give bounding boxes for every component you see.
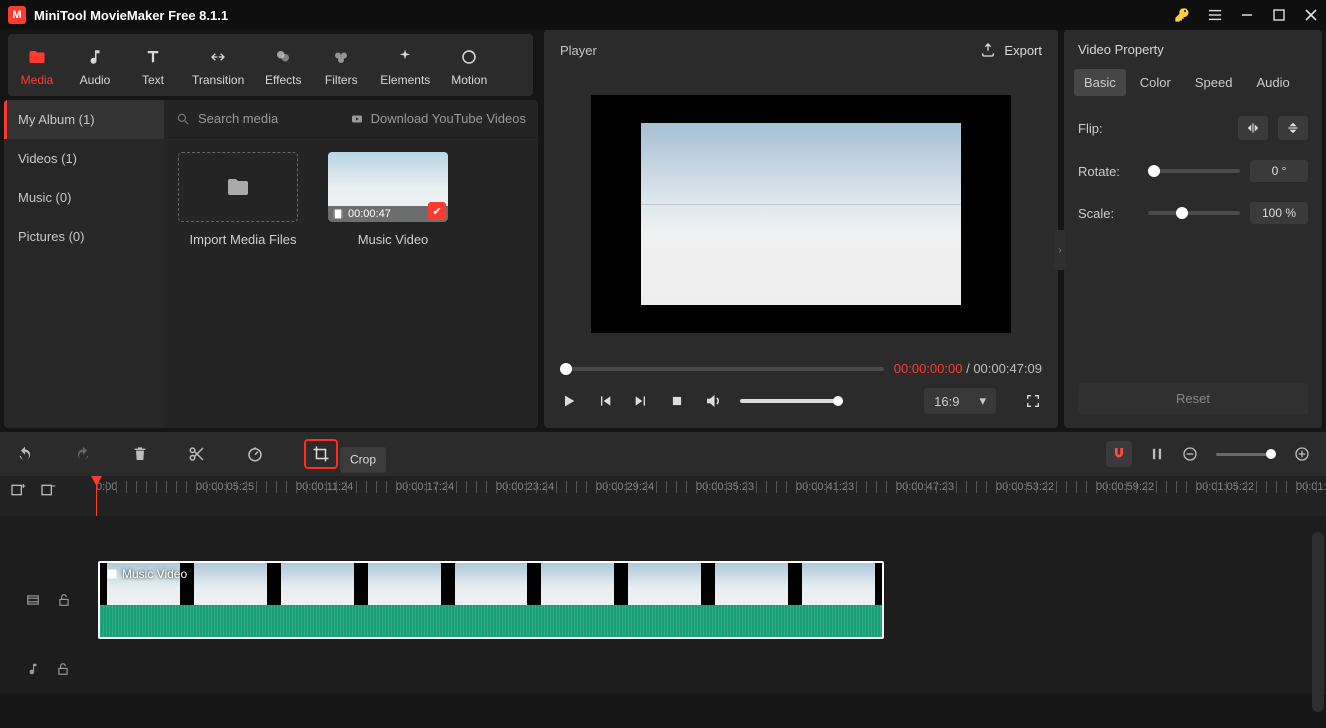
timeline: Crop 0:00 00:00:05:25 00:00:11:24 00:00:… (0, 432, 1326, 694)
reset-button[interactable]: Reset (1078, 383, 1308, 414)
add-track-icon[interactable] (10, 482, 26, 498)
fullscreen-button[interactable] (1024, 392, 1042, 410)
flip-vertical-button[interactable] (1278, 116, 1308, 140)
zoom-in-button[interactable] (1294, 446, 1310, 462)
film-icon (106, 568, 118, 580)
audio-track-icon (26, 661, 40, 677)
playhead[interactable] (96, 476, 97, 516)
filters-icon (332, 45, 350, 69)
sparkle-icon (396, 45, 414, 69)
remove-track-icon[interactable] (40, 482, 56, 498)
folder-icon (27, 45, 47, 69)
export-button[interactable]: Export (980, 42, 1042, 58)
player-panel: Player Export 00:00:00:00 / 00:00:47:09 … (544, 30, 1058, 428)
video-track-icon (25, 593, 41, 607)
app-logo-icon: M (8, 6, 26, 24)
export-icon (980, 42, 996, 58)
tab-media[interactable]: Media (8, 34, 66, 96)
play-button[interactable] (560, 392, 578, 410)
prop-tab-speed[interactable]: Speed (1185, 69, 1243, 96)
panel-collapse-toggle[interactable]: › (1054, 230, 1066, 270)
timeline-ruler[interactable]: 0:00 00:00:05:25 00:00:11:24 00:00:17:24… (0, 476, 1326, 516)
search-input[interactable]: Search media (198, 111, 278, 126)
timeline-clip[interactable]: Music Video (98, 561, 884, 639)
property-title: Video Property (1064, 30, 1322, 69)
maximize-icon[interactable] (1272, 8, 1286, 22)
license-key-icon[interactable] (1174, 7, 1190, 23)
main-toolbar: Media Audio Text Transition Effects Filt… (8, 34, 533, 96)
scale-value[interactable]: 100 % (1250, 202, 1308, 224)
zoom-slider[interactable] (1216, 453, 1276, 456)
app-title: MiniTool MovieMaker Free 8.1.1 (34, 8, 228, 23)
crop-button[interactable]: Crop (304, 439, 338, 469)
sidebar-item-music[interactable]: Music (0) (4, 178, 164, 217)
selected-check-icon: ✔ (428, 202, 446, 220)
import-media-label: Import Media Files (178, 232, 308, 247)
tab-text[interactable]: Text (124, 34, 182, 96)
import-media-button[interactable]: Import Media Files (178, 152, 308, 247)
timeline-marker-icon[interactable] (1150, 446, 1164, 462)
scale-slider[interactable] (1148, 211, 1240, 215)
flip-horizontal-button[interactable] (1238, 116, 1268, 140)
prop-tab-basic[interactable]: Basic (1074, 69, 1126, 96)
rotate-slider[interactable] (1148, 169, 1240, 173)
tab-audio[interactable]: Audio (66, 34, 124, 96)
player-title: Player (560, 43, 597, 58)
volume-icon[interactable] (704, 392, 722, 410)
audio-track (0, 644, 1326, 694)
chevron-down-icon: ▾ (979, 393, 986, 409)
split-button[interactable] (188, 445, 206, 463)
effects-icon (274, 45, 292, 69)
sidebar-item-myalbum[interactable]: My Album (1) (4, 100, 164, 139)
stop-button[interactable] (668, 392, 686, 410)
motion-icon (460, 45, 478, 69)
text-icon (144, 45, 162, 69)
video-track: Music Video (0, 556, 1326, 644)
transition-icon (208, 45, 228, 69)
sidebar-item-videos[interactable]: Videos (1) (4, 139, 164, 178)
rotate-value[interactable]: 0 ° (1250, 160, 1308, 182)
minimize-icon[interactable] (1240, 8, 1254, 22)
media-clip-label: Music Video (328, 232, 458, 247)
sidebar-item-pictures[interactable]: Pictures (0) (4, 217, 164, 256)
film-icon (332, 208, 344, 220)
tab-transition[interactable]: Transition (182, 34, 254, 96)
music-note-icon (86, 45, 104, 69)
scrub-track[interactable] (560, 367, 884, 371)
close-icon[interactable] (1304, 8, 1318, 22)
vertical-scrollbar[interactable] (1312, 532, 1324, 712)
redo-button[interactable] (74, 446, 92, 462)
volume-slider[interactable] (740, 399, 840, 403)
property-panel: Video Property Basic Color Speed Audio F… (1064, 30, 1322, 428)
tab-motion[interactable]: Motion (440, 34, 498, 96)
current-time: 00:00:00:00 (894, 361, 963, 376)
folder-open-icon (224, 175, 252, 199)
video-viewport (591, 95, 1011, 333)
prop-tab-color[interactable]: Color (1130, 69, 1181, 96)
crop-tooltip: Crop (340, 447, 386, 473)
aspect-ratio-select[interactable]: 16:9▾ (924, 388, 996, 414)
title-bar: M MiniTool MovieMaker Free 8.1.1 (0, 0, 1326, 30)
media-sidebar: My Album (1) Videos (1) Music (0) Pictur… (4, 100, 164, 428)
delete-button[interactable] (132, 445, 148, 463)
track-lock-icon[interactable] (57, 592, 71, 608)
total-time: 00:00:47:09 (973, 361, 1042, 376)
track-lock-icon[interactable] (56, 661, 70, 677)
prev-frame-button[interactable] (596, 392, 614, 410)
search-icon (176, 112, 190, 126)
youtube-icon (349, 113, 365, 125)
download-youtube-link[interactable]: Download YouTube Videos (371, 111, 526, 126)
tab-effects[interactable]: Effects (254, 34, 312, 96)
speed-button[interactable] (246, 445, 264, 463)
menu-icon[interactable] (1208, 8, 1222, 22)
undo-button[interactable] (16, 446, 34, 462)
zoom-out-button[interactable] (1182, 446, 1198, 462)
next-frame-button[interactable] (632, 392, 650, 410)
tab-elements[interactable]: Elements (370, 34, 440, 96)
tab-filters[interactable]: Filters (312, 34, 370, 96)
magnet-toggle[interactable] (1106, 441, 1132, 467)
media-clip[interactable]: 00:00:47 ✔ Music Video (328, 152, 458, 247)
prop-tab-audio[interactable]: Audio (1246, 69, 1299, 96)
